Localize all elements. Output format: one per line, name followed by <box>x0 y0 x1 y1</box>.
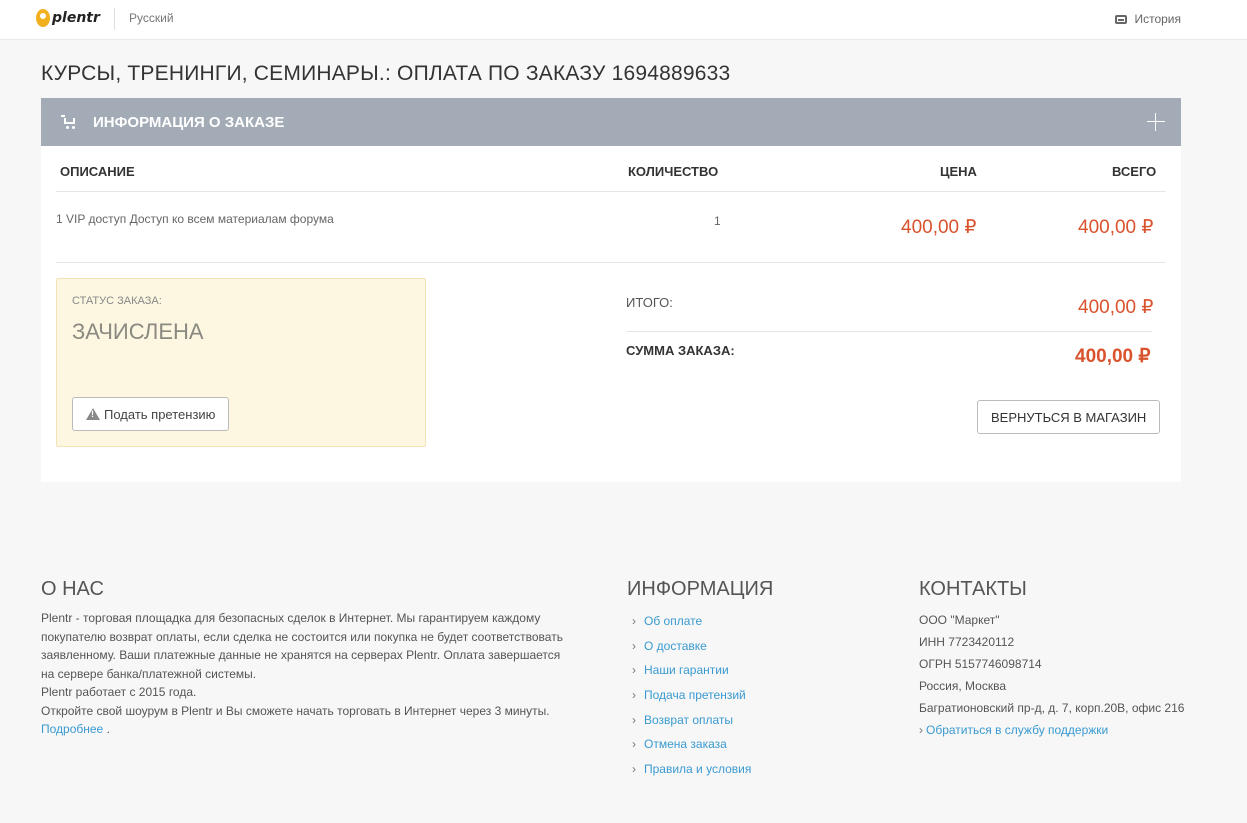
footer-about-text: Plentr - торговая площадка для безопасны… <box>41 609 571 739</box>
contact-company: ООО "Маркет" <box>919 613 1000 627</box>
contact-address: Багратионовский пр-д, д. 7, корп.20В, оф… <box>919 701 1185 715</box>
logo-text: plentr <box>52 10 100 26</box>
item-total: 400,00 ₽ <box>1078 217 1154 238</box>
chevron-right-icon: › <box>632 712 636 727</box>
column-header-total: ВСЕГО <box>1112 164 1157 179</box>
page-title: КУРСЫ, ТРЕНИНГИ, СЕМИНАРЫ.: ОПЛАТА ПО ЗА… <box>41 62 731 85</box>
submit-claim-button[interactable]: Подать претензию <box>72 397 230 431</box>
chevron-right-icon: › <box>919 723 923 737</box>
footer-link-delivery[interactable]: › О доставке <box>632 634 751 659</box>
inbox-icon <box>1115 14 1128 24</box>
item-quantity: 1 <box>714 214 721 228</box>
column-header-quantity: КОЛИЧЕСТВО <box>628 164 719 179</box>
footer-link-terms[interactable]: › Правила и условия <box>632 757 751 782</box>
logo-mark-icon <box>36 9 50 27</box>
history-label: История <box>1134 12 1181 26</box>
footer-link-refund[interactable]: › Возврат оплаты <box>632 707 751 732</box>
expand-plus-icon[interactable] <box>1147 113 1165 131</box>
divider <box>56 262 1166 263</box>
footer-info-links: › Об оплате › О доставке › Наши гарантии › П… <box>632 609 751 781</box>
chevron-right-icon: › <box>632 761 636 776</box>
footer-link-payment[interactable]: › Об оплате <box>632 609 751 634</box>
divider <box>626 331 1152 332</box>
footer-contacts: ООО "Маркет" ИНН 7723420112 ОГРН 5157746… <box>919 611 1184 743</box>
chevron-right-icon: › <box>632 638 636 653</box>
column-header-description: ОПИСАНИЕ <box>60 164 135 179</box>
order-status-box: СТАТУС ЗАКАЗА: ЗАЧИСЛЕНА Подать претензи… <box>56 278 426 447</box>
about-more-suffix: . <box>103 722 110 736</box>
chevron-right-icon: › <box>632 688 636 703</box>
chevron-right-icon: › <box>632 614 636 629</box>
about-more-link[interactable]: Подробнее <box>41 722 103 736</box>
logo[interactable]: plentr <box>36 9 100 27</box>
footer-info-title: ИНФОРМАЦИЯ <box>627 578 774 600</box>
top-bar: plentr Русский История <box>0 0 1247 40</box>
order-sum-value: 400,00 ₽ <box>1075 346 1151 367</box>
divider <box>114 8 115 30</box>
contact-inn: ИНН 7723420112 <box>919 635 1015 649</box>
status-label: СТАТУС ЗАКАЗА: <box>72 295 162 307</box>
footer-about-title: О НАС <box>41 578 104 600</box>
back-to-shop-button[interactable]: ВЕРНУТЬСЯ В МАГАЗИН <box>977 400 1161 434</box>
order-sum-label: СУММА ЗАКАЗА: <box>626 343 735 358</box>
footer-link-guarantees[interactable]: › Наши гарантии <box>632 658 751 683</box>
chevron-right-icon: › <box>632 737 636 752</box>
item-description: 1 VIP доступ Доступ ко всем материалам ф… <box>56 212 334 226</box>
history-link[interactable]: История <box>1115 12 1181 26</box>
language-selector[interactable]: Русский <box>129 11 174 25</box>
divider <box>56 191 1166 192</box>
about-since: Plentr работает с 2015 года. <box>41 685 197 699</box>
about-cta: Откройте свой шоурум в Plentr и Вы сможе… <box>41 703 550 718</box>
about-paragraph: Plentr - торговая площадка для безопасны… <box>41 611 563 681</box>
warning-icon <box>86 408 100 420</box>
submit-claim-label: Подать претензию <box>104 406 216 422</box>
status-value: ЗАЧИСЛЕНА <box>72 319 204 344</box>
order-card: ИНФОРМАЦИЯ О ЗАКАЗЕ ОПИСАНИЕ КОЛИЧЕСТВО … <box>41 98 1181 482</box>
chevron-right-icon: › <box>632 663 636 678</box>
contact-ogrn: ОГРН 5157746098714 <box>919 657 1042 671</box>
contact-city: Россия, Москва <box>919 679 1006 693</box>
support-link[interactable]: › Обратиться в службу поддержки <box>919 721 1184 743</box>
subtotal-label: ИТОГО: <box>626 295 673 310</box>
footer-contacts-title: КОНТАКТЫ <box>919 578 1027 600</box>
order-card-header[interactable]: ИНФОРМАЦИЯ О ЗАКАЗЕ <box>41 98 1181 146</box>
item-price: 400,00 ₽ <box>901 217 977 238</box>
footer-link-claims[interactable]: › Подача претензий <box>632 683 751 708</box>
subtotal-value: 400,00 ₽ <box>1078 297 1154 318</box>
column-header-price: ЦЕНА <box>940 164 977 179</box>
order-section-title: ИНФОРМАЦИЯ О ЗАКАЗЕ <box>93 113 285 131</box>
cart-icon <box>61 115 77 129</box>
footer-link-cancel[interactable]: › Отмена заказа <box>632 732 751 757</box>
